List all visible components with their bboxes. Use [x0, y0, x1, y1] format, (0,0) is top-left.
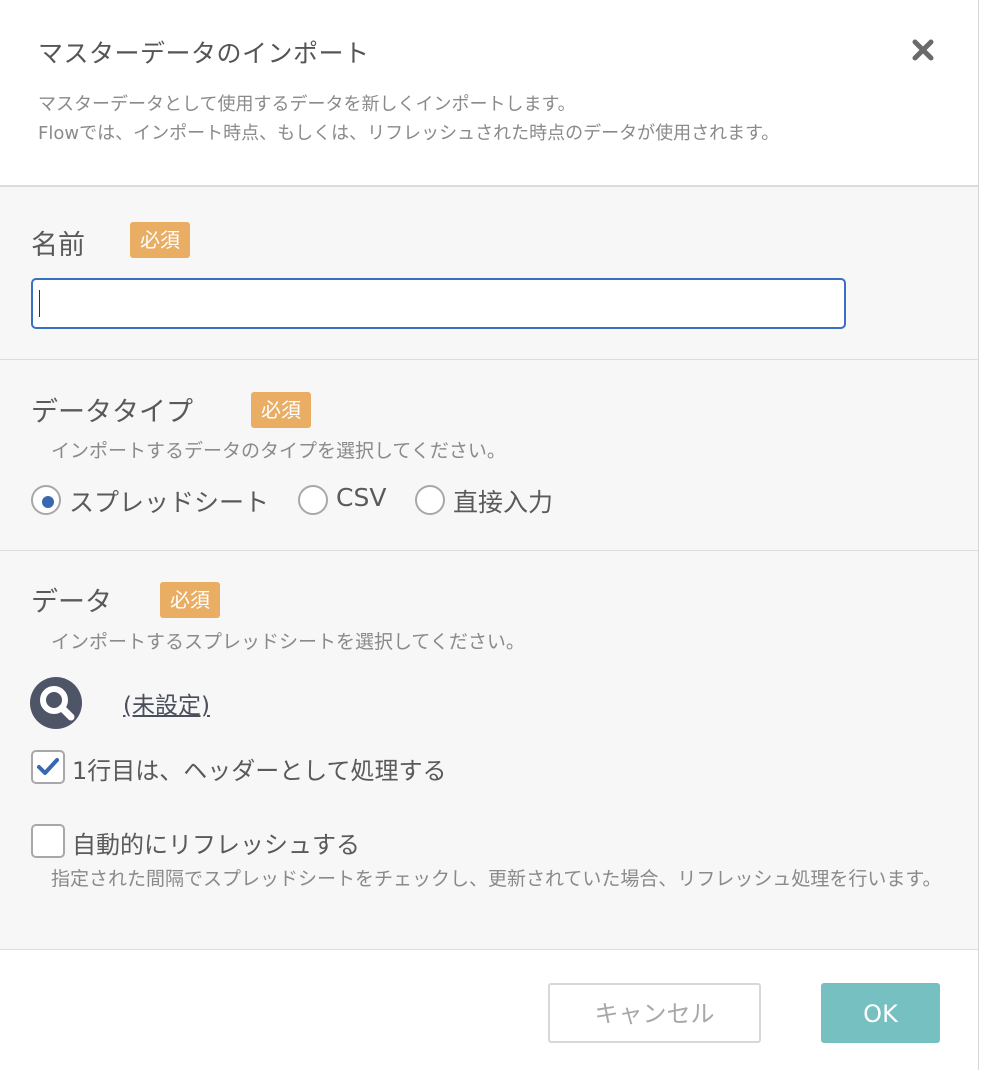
checkmark-icon [37, 758, 59, 775]
datatype-hint: インポートするデータのタイプを選択してください。 [51, 440, 506, 462]
auto-refresh-checkbox[interactable] [31, 824, 65, 858]
name-label: 名前 [31, 230, 85, 261]
name-input[interactable] [31, 278, 846, 329]
radio-label: スプレッドシート [69, 488, 270, 517]
required-badge: 必須 [251, 392, 311, 428]
data-hint: インポートするスプレッドシートを選択してください。 [51, 631, 525, 653]
radio-selected-dot [42, 496, 54, 508]
cancel-button[interactable]: キャンセル [548, 983, 761, 1043]
section-divider [0, 359, 978, 360]
radio-label: CSV [336, 483, 387, 512]
name-section: 名前 必須 [0, 187, 978, 359]
description-line-1: マスターデータとして使用するデータを新しくインポートします。 [38, 94, 576, 115]
radio-circle [415, 485, 445, 515]
spreadsheet-select-link[interactable]: (未設定) [123, 686, 210, 720]
required-badge: 必須 [160, 582, 220, 618]
close-icon[interactable] [909, 36, 937, 64]
description-line-2: Flowでは、インポート時点、もしくは、リフレッシュされた時点のデータが使用され… [38, 123, 780, 144]
dialog-title: マスターデータのインポート [38, 39, 370, 68]
header-row-checkbox-label[interactable]: 1行目は、ヘッダーとして処理する [72, 751, 447, 786]
header-row-checkbox[interactable] [31, 750, 65, 784]
search-icon[interactable] [30, 677, 82, 729]
radio-circle [31, 485, 61, 515]
datatype-label: データタイプ [31, 397, 193, 428]
radio-circle [298, 485, 328, 515]
section-divider [0, 550, 978, 551]
import-master-data-dialog: マスターデータのインポート マスターデータとして使用するデータを新しくインポート… [0, 0, 979, 1070]
auto-refresh-checkbox-label[interactable]: 自動的にリフレッシュする [72, 825, 360, 860]
text-caret [39, 290, 40, 317]
data-label: データ [31, 587, 112, 618]
auto-refresh-hint: 指定された間隔でスプレッドシートをチェックし、更新されていた場合、リフレッシュ処… [51, 868, 942, 890]
dialog-description: マスターデータとして使用するデータを新しくインポートします。 Flowでは、イン… [38, 90, 779, 148]
ok-button[interactable]: OK [821, 983, 940, 1043]
radio-label: 直接入力 [453, 488, 554, 517]
required-badge: 必須 [130, 222, 190, 258]
dialog-body: 名前 必須 データタイプ 必須 インポートするデータのタイプを選択してください。… [0, 185, 978, 950]
